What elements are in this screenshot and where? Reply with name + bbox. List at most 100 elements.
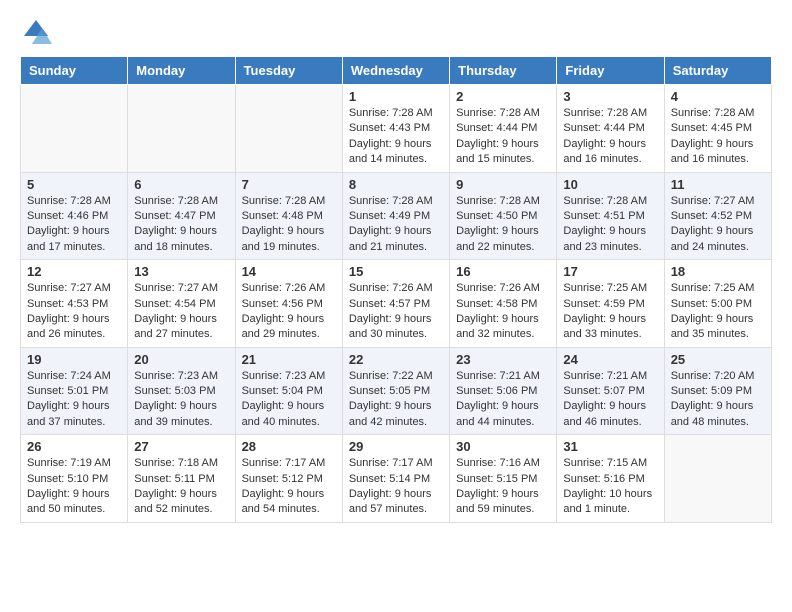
cell-line: Sunset: 4:51 PM: [563, 209, 657, 224]
cell-line: Sunrise: 7:28 AM: [563, 194, 657, 209]
day-number: 8: [349, 177, 443, 192]
cell-line: Daylight: 9 hours: [456, 224, 550, 239]
calendar-table: SundayMondayTuesdayWednesdayThursdayFrid…: [20, 56, 772, 523]
cell-line: Daylight: 9 hours: [27, 312, 121, 327]
cell-line: Sunset: 5:06 PM: [456, 384, 550, 399]
cell-line: Sunset: 5:10 PM: [27, 472, 121, 487]
cell-line: Daylight: 9 hours: [671, 399, 765, 414]
day-cell-28: 28Sunrise: 7:17 AMSunset: 5:12 PMDayligh…: [235, 435, 342, 523]
day-header-friday: Friday: [557, 57, 664, 85]
cell-line: and 21 minutes.: [349, 240, 443, 255]
cell-line: Sunset: 5:16 PM: [563, 472, 657, 487]
cell-line: Sunset: 5:03 PM: [134, 384, 228, 399]
day-number: 19: [27, 352, 121, 367]
day-cell-14: 14Sunrise: 7:26 AMSunset: 4:56 PMDayligh…: [235, 260, 342, 348]
cell-line: Daylight: 9 hours: [563, 224, 657, 239]
day-number: 7: [242, 177, 336, 192]
cell-line: Daylight: 9 hours: [242, 312, 336, 327]
day-cell-17: 17Sunrise: 7:25 AMSunset: 4:59 PMDayligh…: [557, 260, 664, 348]
cell-line: Daylight: 9 hours: [27, 224, 121, 239]
cell-line: Sunset: 4:44 PM: [456, 121, 550, 136]
cell-line: Sunset: 4:58 PM: [456, 297, 550, 312]
calendar-container: SundayMondayTuesdayWednesdayThursdayFrid…: [0, 56, 792, 533]
day-cell-3: 3Sunrise: 7:28 AMSunset: 4:44 PMDaylight…: [557, 85, 664, 173]
day-header-saturday: Saturday: [664, 57, 771, 85]
day-number: 6: [134, 177, 228, 192]
cell-line: Daylight: 9 hours: [456, 399, 550, 414]
cell-line: Sunset: 4:45 PM: [671, 121, 765, 136]
cell-line: Sunrise: 7:25 AM: [563, 281, 657, 296]
cell-line: and 46 minutes.: [563, 415, 657, 430]
empty-cell: [21, 85, 128, 173]
cell-line: and 16 minutes.: [671, 152, 765, 167]
cell-line: and 59 minutes.: [456, 502, 550, 517]
cell-line: Sunrise: 7:24 AM: [27, 369, 121, 384]
cell-line: and 19 minutes.: [242, 240, 336, 255]
day-cell-5: 5Sunrise: 7:28 AMSunset: 4:46 PMDaylight…: [21, 172, 128, 260]
cell-line: and 35 minutes.: [671, 327, 765, 342]
day-number: 25: [671, 352, 765, 367]
day-number: 5: [27, 177, 121, 192]
cell-line: and 52 minutes.: [134, 502, 228, 517]
day-number: 21: [242, 352, 336, 367]
day-cell-22: 22Sunrise: 7:22 AMSunset: 5:05 PMDayligh…: [342, 347, 449, 435]
cell-line: Daylight: 9 hours: [349, 137, 443, 152]
day-cell-13: 13Sunrise: 7:27 AMSunset: 4:54 PMDayligh…: [128, 260, 235, 348]
cell-line: Sunset: 4:43 PM: [349, 121, 443, 136]
cell-line: Sunrise: 7:17 AM: [349, 456, 443, 471]
cell-line: and 14 minutes.: [349, 152, 443, 167]
cell-line: and 1 minute.: [563, 502, 657, 517]
cell-line: Sunrise: 7:26 AM: [456, 281, 550, 296]
cell-line: and 26 minutes.: [27, 327, 121, 342]
day-number: 20: [134, 352, 228, 367]
cell-line: Sunrise: 7:28 AM: [456, 194, 550, 209]
cell-line: Daylight: 9 hours: [563, 312, 657, 327]
day-cell-6: 6Sunrise: 7:28 AMSunset: 4:47 PMDaylight…: [128, 172, 235, 260]
cell-line: Sunrise: 7:27 AM: [134, 281, 228, 296]
cell-line: Sunrise: 7:27 AM: [671, 194, 765, 209]
cell-line: Daylight: 9 hours: [134, 312, 228, 327]
cell-line: and 27 minutes.: [134, 327, 228, 342]
cell-line: Sunrise: 7:28 AM: [671, 106, 765, 121]
cell-line: Daylight: 9 hours: [242, 487, 336, 502]
day-cell-15: 15Sunrise: 7:26 AMSunset: 4:57 PMDayligh…: [342, 260, 449, 348]
cell-line: and 30 minutes.: [349, 327, 443, 342]
cell-line: and 33 minutes.: [563, 327, 657, 342]
day-number: 11: [671, 177, 765, 192]
cell-line: Sunrise: 7:28 AM: [349, 194, 443, 209]
cell-line: Daylight: 9 hours: [563, 137, 657, 152]
cell-line: and 40 minutes.: [242, 415, 336, 430]
day-header-wednesday: Wednesday: [342, 57, 449, 85]
empty-cell: [235, 85, 342, 173]
day-header-sunday: Sunday: [21, 57, 128, 85]
day-cell-2: 2Sunrise: 7:28 AMSunset: 4:44 PMDaylight…: [450, 85, 557, 173]
cell-line: Daylight: 9 hours: [242, 399, 336, 414]
cell-line: Sunset: 4:52 PM: [671, 209, 765, 224]
cell-line: Daylight: 10 hours: [563, 487, 657, 502]
cell-line: and 17 minutes.: [27, 240, 121, 255]
day-cell-18: 18Sunrise: 7:25 AMSunset: 5:00 PMDayligh…: [664, 260, 771, 348]
cell-line: Sunset: 4:57 PM: [349, 297, 443, 312]
cell-line: Sunset: 4:50 PM: [456, 209, 550, 224]
day-cell-21: 21 Sunrise: 7:23 AMSunset: 5:04 PMDayligh…: [235, 347, 342, 435]
calendar-week-3: 12Sunrise: 7:27 AMSunset: 4:53 PMDayligh…: [21, 260, 772, 348]
cell-line: Sunrise: 7:25 AM: [671, 281, 765, 296]
cell-line: Sunrise: 7:22 AM: [349, 369, 443, 384]
day-number: 1: [349, 89, 443, 104]
cell-line: Sunset: 5:04 PM: [242, 384, 336, 399]
day-number: 15: [349, 264, 443, 279]
day-cell-7: 7Sunrise: 7:28 AMSunset: 4:48 PMDaylight…: [235, 172, 342, 260]
cell-line: Sunrise: 7:20 AM: [671, 369, 765, 384]
calendar-week-1: 1Sunrise: 7:28 AMSunset: 4:43 PMDaylight…: [21, 85, 772, 173]
day-header-tuesday: Tuesday: [235, 57, 342, 85]
calendar-body: 1Sunrise: 7:28 AMSunset: 4:43 PMDaylight…: [21, 85, 772, 523]
day-cell-16: 16Sunrise: 7:26 AMSunset: 4:58 PMDayligh…: [450, 260, 557, 348]
cell-line: Sunrise: 7:26 AM: [349, 281, 443, 296]
calendar-week-4: 19Sunrise: 7:24 AMSunset: 5:01 PMDayligh…: [21, 347, 772, 435]
cell-line: Sunset: 4:44 PM: [563, 121, 657, 136]
cell-line: and 18 minutes.: [134, 240, 228, 255]
cell-line: Daylight: 9 hours: [563, 399, 657, 414]
day-number: 18: [671, 264, 765, 279]
cell-line: Sunrise: 7:23 AM: [242, 369, 336, 384]
cell-line: Sunset: 4:47 PM: [134, 209, 228, 224]
